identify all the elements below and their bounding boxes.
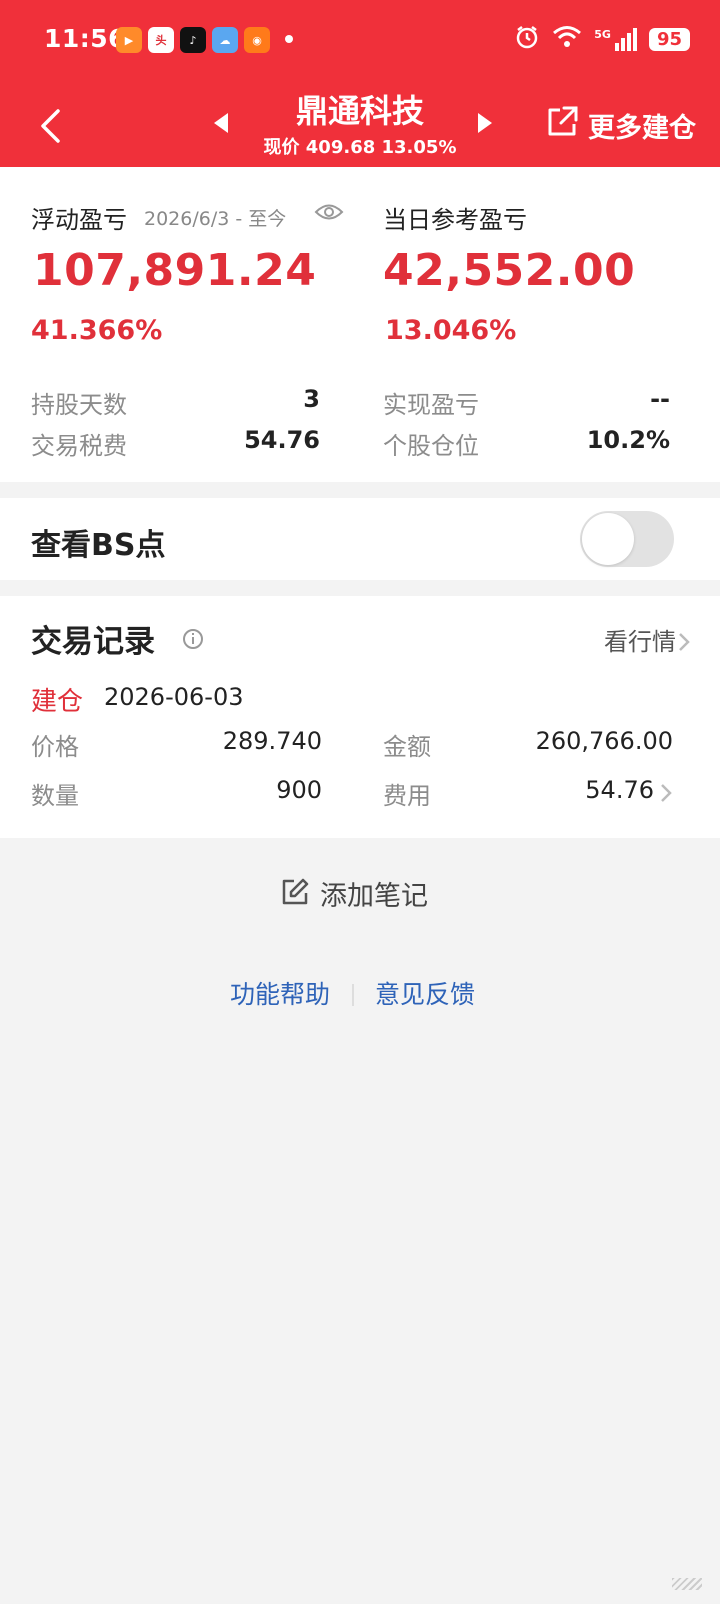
- status-time: 11:56: [44, 24, 127, 53]
- trade-records-title: 交易记录: [31, 624, 155, 660]
- trade-tax-label: 交易税费: [31, 432, 127, 460]
- amount-value: 260,766.00: [535, 727, 673, 755]
- info-icon[interactable]: [182, 628, 204, 654]
- signal-icon: 5G: [594, 28, 637, 51]
- daily-pnl-label: 当日参考盈亏: [383, 206, 527, 234]
- view-market-link[interactable]: 看行情: [604, 622, 676, 657]
- position-ratio-value: 10.2%: [586, 426, 670, 454]
- add-note-label: 添加笔记: [320, 881, 428, 912]
- fee-chevron-icon: [660, 783, 672, 807]
- toggle-knob: [582, 513, 634, 565]
- browser-app-icon: ◉: [244, 27, 270, 53]
- fee-value[interactable]: 54.76: [480, 776, 654, 804]
- floating-period: 2026/6/3 - 至今: [144, 208, 287, 230]
- daily-pnl-pct: 13.046%: [385, 315, 517, 346]
- hold-days-label: 持股天数: [31, 391, 127, 419]
- position-ratio-label: 个股仓位: [383, 432, 479, 460]
- add-note-button[interactable]: 添加笔记: [280, 874, 428, 913]
- entry-type: 建仓: [31, 687, 84, 717]
- wifi-icon: [552, 25, 582, 54]
- more-build-label: 更多建仓: [588, 113, 696, 144]
- quantity-label: 数量: [31, 782, 79, 810]
- top-header: 11:56 ▶ 头 ♪ ☁ ◉ 5G 95 鼎通科技 现价 409.68 13.…: [0, 0, 720, 167]
- feedback-link[interactable]: 意见反馈: [375, 975, 475, 1011]
- share-icon: [544, 104, 580, 147]
- bs-points-label: 查看BS点: [31, 528, 166, 563]
- view-market-label: 看行情: [604, 628, 676, 656]
- bs-points-card: 查看BS点: [0, 498, 720, 580]
- footer-divider: [352, 984, 354, 1006]
- daily-pnl-value: 42,552.00: [383, 245, 636, 296]
- price-value: 289.740: [222, 727, 322, 755]
- help-link[interactable]: 功能帮助: [230, 975, 330, 1011]
- amount-label: 金额: [383, 733, 431, 761]
- floating-pnl-value: 107,891.24: [33, 245, 317, 296]
- quantity-value: 900: [276, 776, 322, 804]
- floating-pnl-label: 浮动盈亏: [31, 206, 127, 234]
- notification-icons: ▶ 头 ♪ ☁ ◉: [116, 27, 270, 53]
- fee-label: 费用: [383, 782, 431, 810]
- hold-days-value: 3: [303, 385, 320, 413]
- bs-points-toggle[interactable]: [580, 511, 674, 567]
- home-indicator: [672, 1578, 702, 1590]
- alarm-icon: [514, 24, 540, 55]
- tiktok-app-icon: ♪: [180, 27, 206, 53]
- realized-pnl-value: --: [650, 385, 670, 413]
- edit-icon: [280, 877, 310, 911]
- price-label: 价格: [31, 733, 79, 761]
- next-stock-button[interactable]: [470, 108, 500, 138]
- more-build-button[interactable]: 更多建仓: [544, 104, 696, 147]
- eye-icon[interactable]: [314, 201, 344, 227]
- news-app-icon: 头: [148, 27, 174, 53]
- trade-records-card: 交易记录 看行情 建仓 2026-06-03 价格 289.740 金额 260…: [0, 596, 720, 838]
- more-notifications-dot: [285, 35, 293, 43]
- chevron-right-icon: [678, 632, 690, 656]
- weather-app-icon: ☁: [212, 27, 238, 53]
- battery-level: 95: [648, 28, 690, 51]
- floating-pnl-pct: 41.366%: [31, 315, 163, 346]
- status-right: 5G 95: [514, 24, 690, 55]
- entry-date: 2026-06-03: [104, 683, 244, 711]
- video-app-icon: ▶: [116, 27, 142, 53]
- profit-summary-card: 浮动盈亏 2026/6/3 - 至今 107,891.24 41.366% 当日…: [0, 167, 720, 482]
- trade-tax-value: 54.76: [244, 426, 320, 454]
- network-type: 5G: [594, 28, 611, 41]
- realized-pnl-label: 实现盈亏: [383, 391, 479, 419]
